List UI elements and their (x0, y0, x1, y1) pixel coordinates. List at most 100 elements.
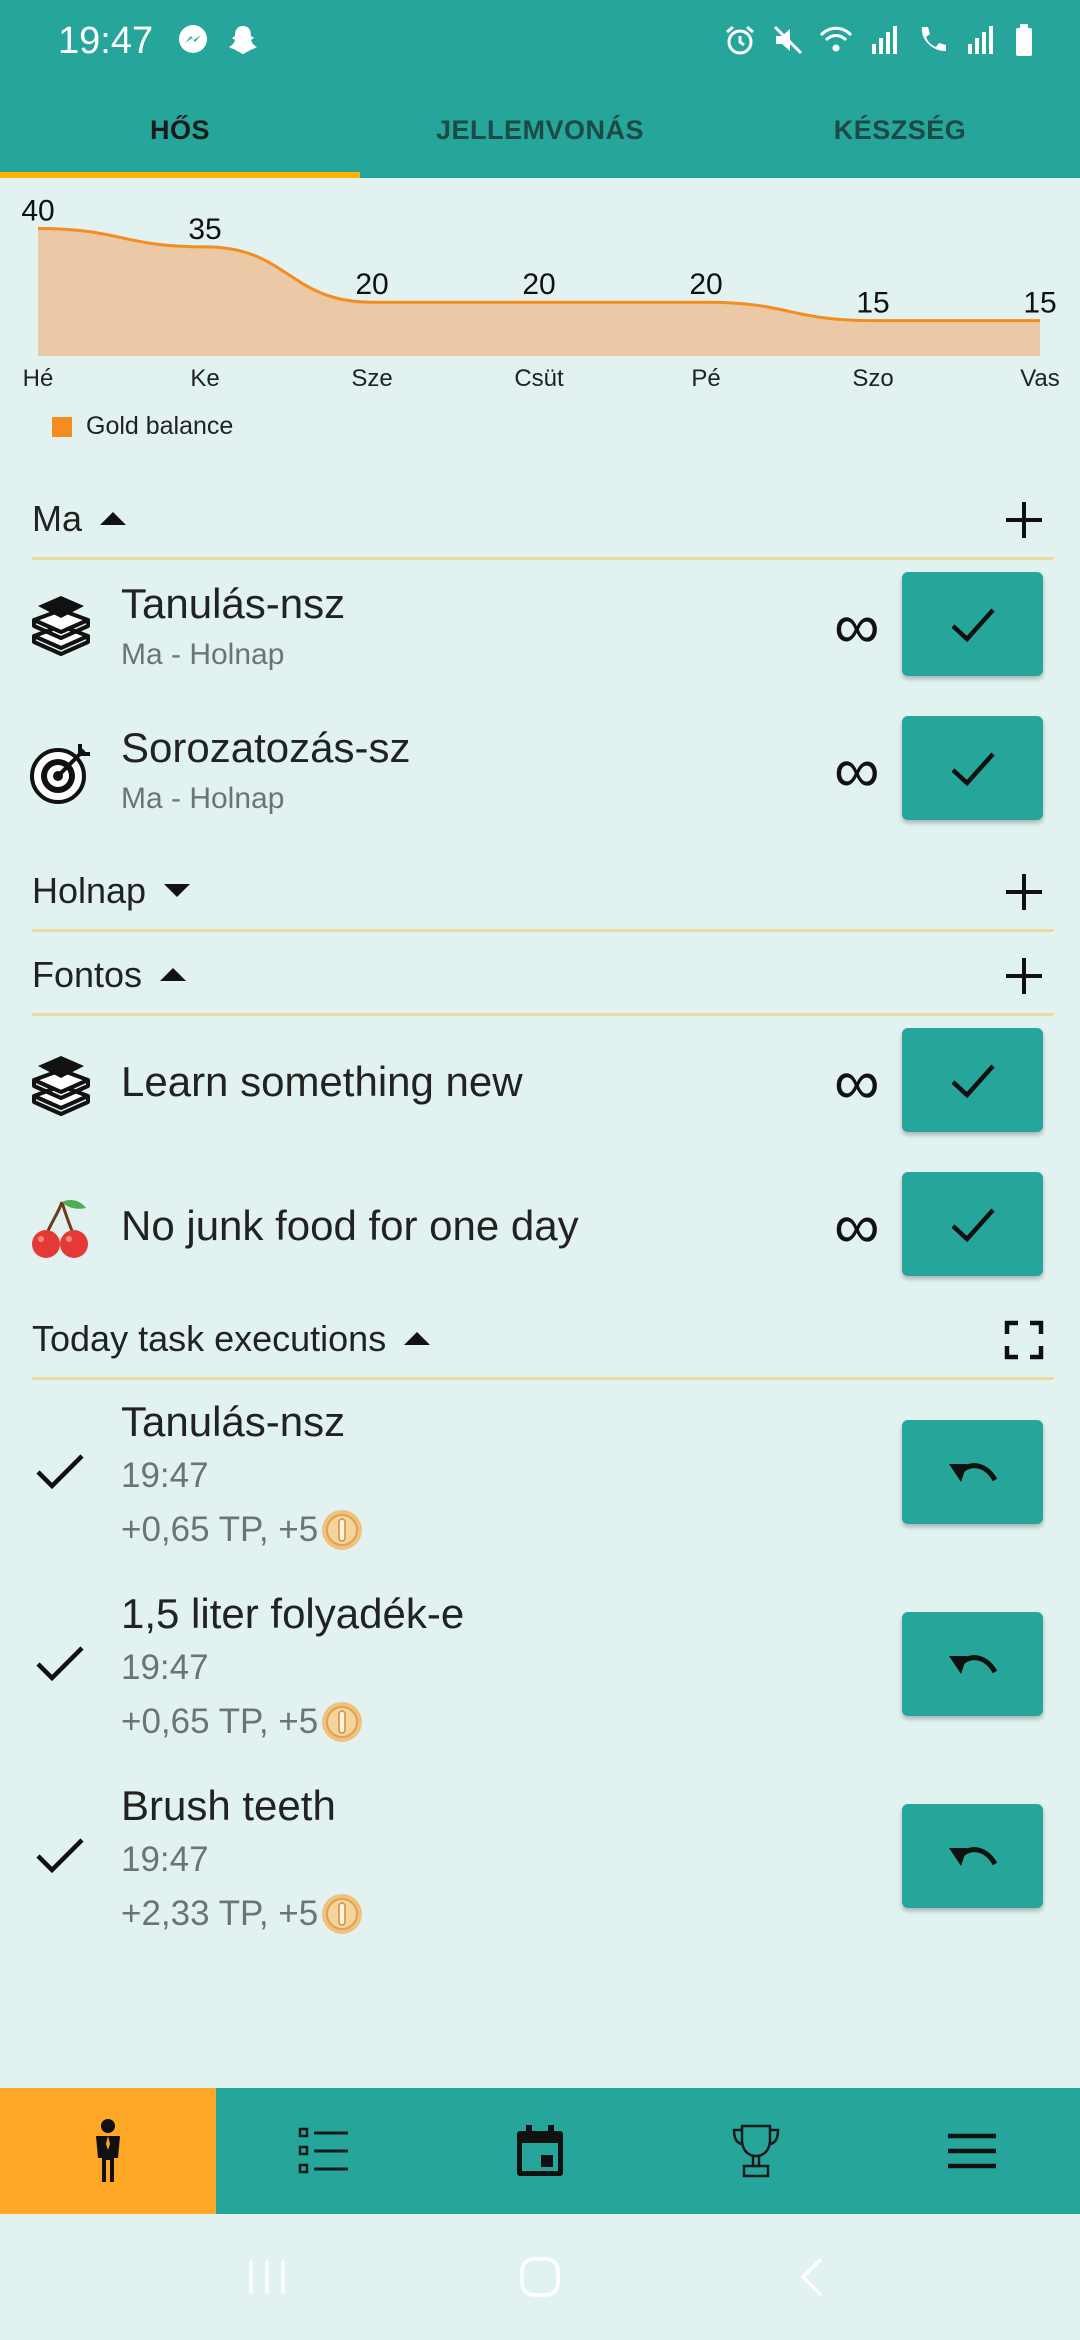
target-icon (30, 744, 90, 804)
execution-time: 19:47 (121, 1456, 209, 1495)
coin-icon (322, 1702, 363, 1742)
x-tick-label: Hé (23, 365, 54, 392)
alarm-icon (726, 25, 754, 55)
section-title: Fontos (32, 953, 143, 995)
complete-task-button[interactable] (902, 1172, 1043, 1276)
caret-up-icon (160, 968, 187, 981)
task-title: Tanulás-nsz (121, 580, 346, 627)
execution-reward: +0,65 TP, +5 (121, 1700, 364, 1744)
reward-text: +0,65 TP, +5 (121, 1702, 319, 1741)
complete-task-button[interactable] (902, 572, 1043, 676)
complete-task-button[interactable] (902, 1028, 1043, 1132)
plus-icon[interactable] (1004, 956, 1044, 996)
execution-time: 19:47 (121, 1840, 209, 1879)
coin-icon (322, 1510, 363, 1550)
caret-up-icon (404, 1332, 431, 1345)
check-icon (36, 1646, 84, 1682)
execution-row: Brush teeth 19:47 +2,33 TP, +5 (0, 1774, 1080, 1966)
task-row[interactable]: Learn something new ∞ (0, 1016, 1080, 1156)
data-label: 20 (689, 268, 722, 301)
execution-title: Brush teeth (121, 1782, 336, 1829)
task-row[interactable]: Sorozatozás-sz Ma - Holnap ∞ (0, 704, 1080, 844)
chart-legend: Gold balance (52, 412, 233, 441)
infinite-repeat-icon: ∞ (834, 1046, 880, 1118)
status-time: 19:47 (58, 20, 154, 62)
task-list-icon (298, 2127, 348, 2174)
section-title: Ma (32, 497, 83, 539)
x-tick-label: Vas (1020, 365, 1060, 392)
task-row[interactable]: Tanulás-nsz Ma - Holnap ∞ (0, 560, 1080, 700)
x-tick-label: Sze (351, 365, 392, 392)
infinite-repeat-icon: ∞ (834, 734, 880, 806)
snapchat-icon (229, 26, 257, 54)
data-label: 35 (188, 213, 221, 246)
section-header-fontos[interactable]: Fontos (32, 936, 1054, 1016)
execution-row: 1,5 liter folyadék-e 19:47 +0,65 TP, +5 (0, 1582, 1080, 1774)
undo-icon (948, 1655, 997, 1674)
task-title: Learn something new (121, 1058, 523, 1105)
task-title: Sorozatozás-sz (121, 724, 411, 771)
section-header-executions[interactable]: Today task executions (32, 1300, 1054, 1380)
signal-icon (968, 26, 993, 54)
nav-calendar[interactable] (432, 2088, 648, 2214)
fullscreen-icon[interactable] (1004, 1320, 1044, 1360)
wifi-icon (819, 26, 853, 52)
task-subtitle: Ma - Holnap (121, 638, 285, 671)
legend-label: Gold balance (86, 412, 234, 440)
infinite-repeat-icon: ∞ (834, 590, 880, 662)
check-icon (950, 1064, 995, 1099)
undo-icon (948, 1847, 997, 1866)
reward-text: +2,33 TP, +5 (121, 1894, 319, 1933)
undo-execution-button[interactable] (902, 1804, 1043, 1908)
menu-icon (948, 2133, 996, 2169)
nav-hero[interactable] (0, 2088, 216, 2214)
messenger-icon (179, 25, 207, 53)
legend-swatch (52, 416, 72, 437)
signal-icon (872, 26, 897, 54)
back-icon[interactable] (791, 2255, 835, 2299)
plus-icon[interactable] (1004, 500, 1044, 540)
home-icon[interactable] (518, 2255, 562, 2299)
undo-execution-button[interactable] (902, 1612, 1043, 1716)
status-bar: 19:47 (0, 0, 1080, 82)
tab-hos[interactable]: HŐS (0, 82, 360, 178)
reward-text: +0,65 TP, +5 (121, 1510, 319, 1549)
data-label: 20 (522, 268, 555, 301)
plus-icon[interactable] (1004, 872, 1044, 912)
execution-row: Tanulás-nsz 19:47 +0,65 TP, +5 (0, 1390, 1080, 1582)
undo-icon (948, 1463, 997, 1482)
books-icon (32, 596, 90, 656)
check-icon (950, 752, 995, 787)
mute-icon (773, 25, 803, 55)
undo-execution-button[interactable] (902, 1420, 1043, 1524)
tab-keszseg[interactable]: KÉSZSÉG (720, 82, 1080, 178)
check-icon (950, 608, 995, 643)
data-label: 40 (21, 194, 54, 227)
x-tick-label: Pé (691, 365, 720, 392)
execution-reward: +0,65 TP, +5 (121, 1508, 364, 1552)
recent-apps-icon[interactable] (245, 2257, 289, 2297)
chart-svg: 40 Hé 35 Ke 20 Sze 20 Csüt 20 Pé 15 Szo 15 Vas (21, 194, 1060, 392)
coin-icon (322, 1894, 363, 1934)
section-title: Holnap (32, 869, 147, 911)
execution-time: 19:47 (121, 1648, 209, 1687)
nav-achievements[interactable] (648, 2088, 864, 2214)
cherry-icon (32, 1200, 88, 1258)
data-label: 20 (355, 268, 388, 301)
tab-jellemvonas[interactable]: JELLEMVONÁS (360, 82, 720, 178)
execution-title: 1,5 liter folyadék-e (121, 1590, 465, 1637)
task-subtitle: Ma - Holnap (121, 782, 285, 815)
nav-menu[interactable] (864, 2088, 1080, 2214)
check-icon (36, 1454, 84, 1490)
complete-task-button[interactable] (902, 716, 1043, 820)
call-sim2-icon (921, 27, 946, 52)
nav-tasks[interactable] (216, 2088, 432, 2214)
caret-up-icon (100, 512, 127, 525)
execution-title: Tanulás-nsz (121, 1398, 346, 1445)
calendar-icon (517, 2125, 563, 2176)
section-header-ma[interactable]: Ma (32, 480, 1054, 560)
task-row[interactable]: No junk food for one day ∞ (0, 1160, 1080, 1300)
section-header-holnap[interactable]: Holnap (32, 852, 1054, 932)
x-tick-label: Ke (190, 365, 219, 392)
check-icon (36, 1838, 84, 1874)
